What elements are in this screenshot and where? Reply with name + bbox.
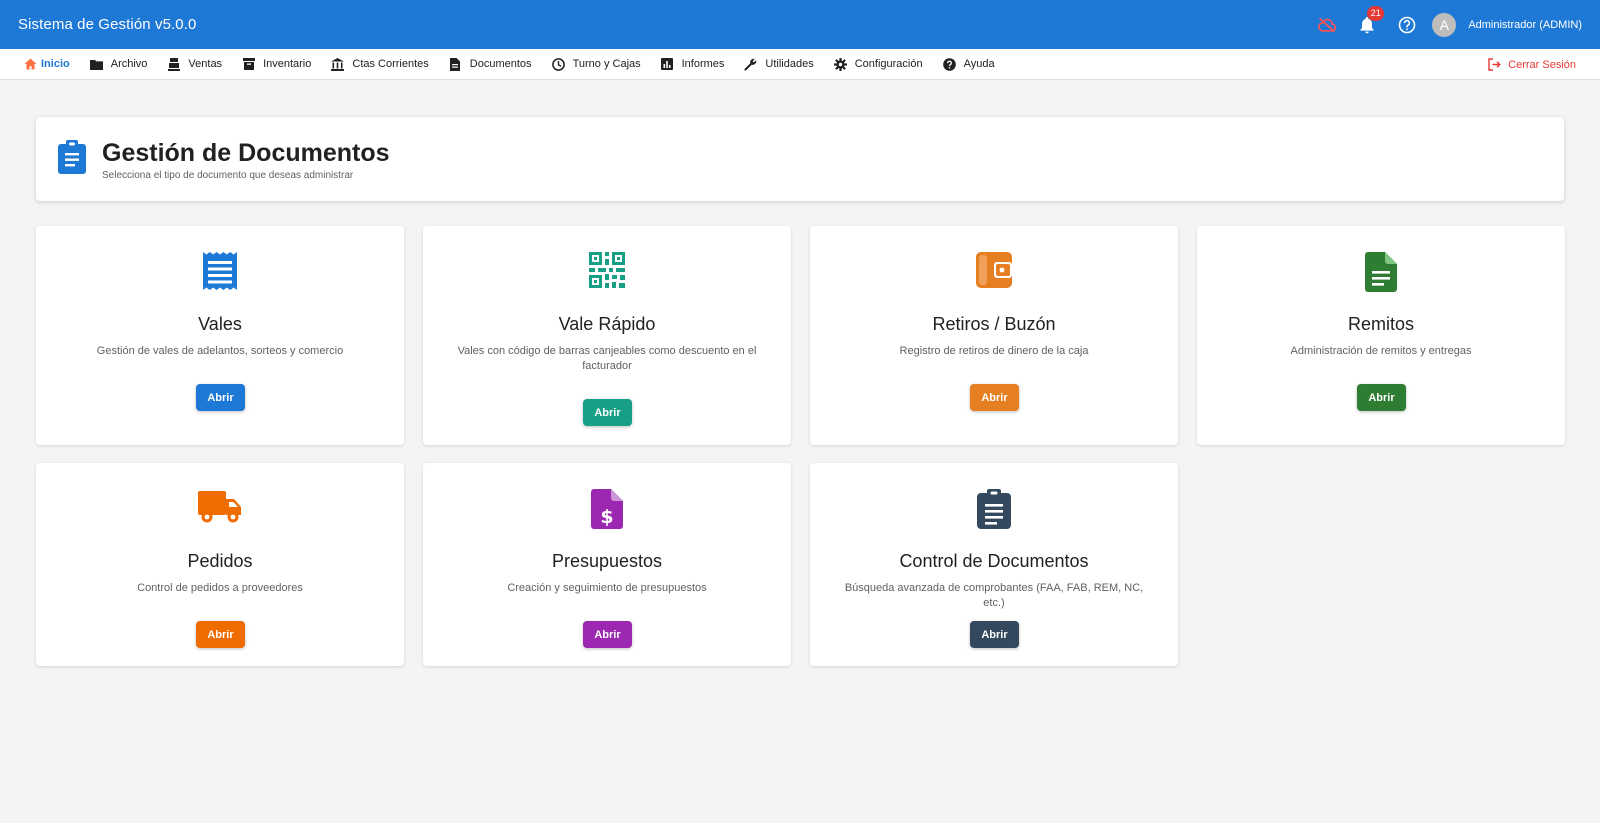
archive-box-icon bbox=[242, 58, 255, 71]
nav-item-utilidades[interactable]: Utilidades bbox=[744, 58, 814, 71]
nav-item-ctas-corrientes[interactable]: Ctas Corrientes bbox=[331, 57, 429, 71]
card-description: Creación y seguimiento de presupuestos bbox=[507, 582, 707, 594]
open-control-documentos-button[interactable]: Abrir bbox=[970, 621, 1019, 648]
card-remitos: Remitos Administración de remitos y entr… bbox=[1197, 226, 1565, 445]
notification-badge: 21 bbox=[1367, 5, 1385, 21]
page-header: Gestión de Documentos Selecciona el tipo… bbox=[36, 117, 1564, 201]
main-nav: Inicio Archivo Ventas Inventario Ctas Co… bbox=[0, 49, 1600, 80]
card-presupuestos: $ Presupuestos Creación y seguimiento de… bbox=[423, 463, 791, 666]
folder-icon bbox=[89, 58, 103, 71]
nav-item-label: Ventas bbox=[188, 58, 223, 70]
avatar[interactable]: A bbox=[1432, 12, 1457, 37]
app-title: Sistema de Gestión v5.0.0 bbox=[18, 16, 197, 33]
card-vales: Vales Gestión de vales de adelantos, sor… bbox=[36, 226, 404, 445]
help-icon bbox=[942, 57, 956, 71]
card-title: Retiros / Buzón bbox=[932, 314, 1056, 334]
nav-item-documentos[interactable]: Documentos bbox=[449, 57, 532, 71]
nav-item-label: Documentos bbox=[469, 58, 532, 70]
nav-item-label: Utilidades bbox=[765, 58, 814, 70]
nav-item-label: Ayuda bbox=[963, 58, 995, 70]
clock-icon bbox=[551, 57, 565, 71]
logout-label: Cerrar Sesión bbox=[1508, 58, 1576, 71]
nav-item-inventario[interactable]: Inventario bbox=[242, 58, 311, 71]
clipboard-list-icon bbox=[977, 489, 1011, 529]
register-icon bbox=[167, 57, 180, 71]
notifications-button[interactable]: 21 bbox=[1356, 5, 1385, 36]
open-pedidos-button[interactable]: Abrir bbox=[196, 621, 245, 648]
user-name[interactable]: Administrador (ADMIN) bbox=[1468, 19, 1582, 31]
nav-item-label: Ctas Corrientes bbox=[352, 58, 429, 70]
nav-item-label: Turno y Cajas bbox=[572, 58, 641, 70]
card-description: Control de pedidos a proveedores bbox=[137, 582, 303, 594]
nav-item-label: Configuración bbox=[854, 58, 923, 70]
gear-icon bbox=[833, 57, 847, 71]
card-title: Presupuestos bbox=[551, 551, 663, 571]
help-icon[interactable] bbox=[1396, 14, 1418, 36]
card-title: Vales bbox=[198, 314, 242, 334]
page-subtitle: Selecciona el tipo de documento que dese… bbox=[102, 169, 354, 181]
nav-item-ayuda[interactable]: Ayuda bbox=[942, 57, 995, 71]
truck-icon bbox=[198, 491, 241, 523]
svg-text:$: $ bbox=[600, 506, 613, 528]
wallet-icon bbox=[976, 252, 1012, 288]
card-title: Vale Rápido bbox=[558, 314, 656, 334]
cloud-off-icon[interactable] bbox=[1316, 14, 1338, 36]
nav-item-informes[interactable]: Informes bbox=[661, 58, 725, 71]
open-vales-button[interactable]: Abrir bbox=[196, 384, 245, 411]
nav-item-configuracion[interactable]: Configuración bbox=[833, 57, 923, 71]
card-description: Administración de remitos y entregas bbox=[1290, 345, 1472, 357]
open-vale-rapido-button[interactable]: Abrir bbox=[583, 399, 632, 426]
bar-chart-icon bbox=[661, 58, 674, 71]
nav-item-ventas[interactable]: Ventas bbox=[167, 57, 223, 71]
file-text-icon bbox=[1365, 252, 1397, 292]
home-icon bbox=[24, 58, 37, 71]
card-description: Búsqueda avanzada de comprobantes (FAA, … bbox=[844, 582, 1144, 609]
page-title: Gestión de Documentos bbox=[102, 138, 390, 167]
card-retiros-buzon: Retiros / Buzón Registro de retiros de d… bbox=[810, 226, 1178, 445]
card-description: Gestión de vales de adelantos, sorteos y… bbox=[96, 345, 344, 357]
logout-button[interactable]: Cerrar Sesión bbox=[1488, 49, 1576, 80]
nav-item-label: Informes bbox=[681, 58, 725, 70]
card-vale-rapido: Vale Rápido Vales con código de barras c… bbox=[423, 226, 791, 445]
app-bar-actions: 21 A Administrador (ADMIN) bbox=[1316, 5, 1582, 37]
open-remitos-button[interactable]: Abrir bbox=[1357, 384, 1406, 411]
file-dollar-icon: $ bbox=[591, 489, 623, 529]
nav-item-turno-y-cajas[interactable]: Turno y Cajas bbox=[551, 57, 641, 71]
nav-item-label: Inventario bbox=[263, 58, 312, 70]
open-presupuestos-button[interactable]: Abrir bbox=[583, 621, 632, 648]
app-bar: Sistema de Gestión v5.0.0 21 A Administr… bbox=[0, 0, 1600, 49]
document-icon bbox=[449, 57, 462, 71]
card-control-documentos: Control de Documentos Búsqueda avanzada … bbox=[810, 463, 1178, 666]
logout-icon bbox=[1488, 58, 1501, 71]
wrench-icon bbox=[744, 58, 757, 71]
open-retiros-button[interactable]: Abrir bbox=[970, 384, 1019, 411]
card-description: Registro de retiros de dinero de la caja bbox=[899, 345, 1089, 357]
card-description: Vales con código de barras canjeables co… bbox=[457, 345, 757, 372]
nav-item-label: Inicio bbox=[41, 58, 70, 70]
qr-code-icon bbox=[589, 252, 625, 288]
card-pedidos: Pedidos Control de pedidos a proveedores… bbox=[36, 463, 404, 666]
receipt-icon bbox=[203, 252, 237, 290]
nav-item-archivo[interactable]: Archivo bbox=[89, 58, 148, 71]
card-title: Control de Documentos bbox=[899, 551, 1089, 571]
card-title: Pedidos bbox=[187, 551, 253, 571]
bank-icon bbox=[331, 57, 345, 71]
clipboard-icon bbox=[58, 140, 86, 174]
card-title: Remitos bbox=[1347, 314, 1414, 334]
nav-item-inicio[interactable]: Inicio bbox=[24, 58, 70, 71]
nav-item-label: Archivo bbox=[110, 58, 148, 70]
